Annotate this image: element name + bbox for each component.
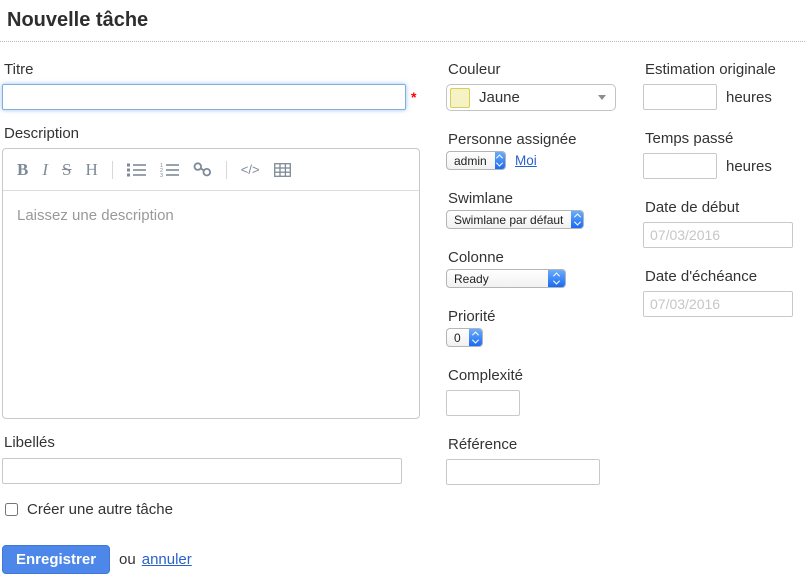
toolbar-separator	[112, 161, 113, 179]
time-spent-label: Temps passé	[645, 130, 805, 147]
labels-input[interactable]	[2, 458, 402, 484]
color-label: Couleur	[448, 61, 632, 78]
priority-selected-value: 0	[447, 329, 469, 346]
middle-column: Couleur Jaune Personne assignée admin Mo…	[446, 57, 632, 485]
time-spent-input[interactable]	[643, 153, 717, 179]
assign-to-me-link[interactable]: Moi	[515, 153, 537, 168]
code-icon[interactable]: </>	[241, 162, 260, 177]
description-editor: B I S H	[2, 148, 420, 419]
editor-body	[3, 191, 419, 422]
create-another-label: Créer une autre tâche	[27, 501, 173, 518]
heading-icon[interactable]: H	[85, 160, 97, 180]
cancel-link[interactable]: annuler	[142, 551, 192, 568]
create-another-row: Créer une autre tâche	[2, 501, 422, 518]
new-task-form: Nouvelle tâche Titre * Description B I S…	[0, 0, 805, 566]
color-select[interactable]: Jaune	[446, 84, 616, 111]
toolbar-separator	[226, 161, 227, 179]
page-title: Nouvelle tâche	[0, 0, 805, 32]
select-stepper-icon	[548, 270, 565, 287]
create-another-checkbox[interactable]	[5, 503, 18, 516]
description-label: Description	[4, 125, 422, 142]
description-textarea[interactable]	[3, 191, 419, 417]
color-swatch-yellow	[450, 88, 470, 108]
assignee-selected-value: admin	[447, 152, 495, 169]
title-input[interactable]	[2, 84, 406, 110]
svg-text:3: 3	[160, 173, 163, 177]
link-icon[interactable]	[193, 162, 212, 177]
labels-label: Libellés	[4, 434, 422, 451]
assignee-label: Personne assignée	[448, 131, 632, 148]
original-estimate-input[interactable]	[643, 84, 717, 110]
reference-input[interactable]	[446, 459, 600, 485]
start-date-label: Date de début	[645, 199, 805, 216]
priority-select[interactable]: 0	[446, 328, 483, 347]
reference-label: Référence	[448, 436, 632, 453]
editor-toolbar: B I S H	[3, 149, 419, 191]
unordered-list-icon[interactable]	[127, 162, 146, 177]
swimlane-select[interactable]: Swimlane par défaut	[446, 210, 584, 229]
due-date-label: Date d'échéance	[645, 268, 805, 285]
italic-icon[interactable]: I	[42, 160, 48, 180]
required-asterisk: *	[411, 89, 416, 105]
left-column: Titre * Description B I S H	[2, 57, 422, 574]
column-select[interactable]: Ready	[446, 269, 566, 288]
strikethrough-icon[interactable]: S	[62, 160, 71, 180]
time-spent-unit: heures	[726, 158, 772, 175]
swimlane-label: Swimlane	[448, 190, 632, 207]
save-button[interactable]: Enregistrer	[2, 545, 110, 574]
column-label: Colonne	[448, 249, 632, 266]
chevron-down-icon	[598, 95, 606, 100]
due-date-input[interactable]	[643, 291, 793, 317]
complexity-input[interactable]	[446, 390, 520, 416]
or-text: ou	[119, 551, 136, 568]
select-stepper-icon	[469, 329, 482, 346]
assignee-select[interactable]: admin	[446, 151, 506, 170]
color-selected-value: Jaune	[479, 89, 520, 106]
title-label: Titre	[4, 61, 422, 78]
header-divider	[0, 41, 805, 42]
bold-icon[interactable]: B	[17, 160, 28, 180]
right-column: Estimation originale heures Temps passé …	[643, 57, 805, 317]
original-estimate-unit: heures	[726, 89, 772, 106]
column-selected-value: Ready	[447, 270, 497, 287]
ordered-list-icon[interactable]: 123	[160, 162, 179, 177]
complexity-label: Complexité	[448, 367, 632, 384]
original-estimate-label: Estimation originale	[645, 61, 805, 78]
start-date-input[interactable]	[643, 222, 793, 248]
select-stepper-icon	[571, 211, 583, 228]
priority-label: Priorité	[448, 308, 632, 325]
swimlane-selected-value: Swimlane par défaut	[447, 211, 571, 228]
form-actions: Enregistrer ou annuler	[2, 545, 422, 574]
table-icon[interactable]	[274, 163, 291, 177]
select-stepper-icon	[495, 152, 505, 169]
